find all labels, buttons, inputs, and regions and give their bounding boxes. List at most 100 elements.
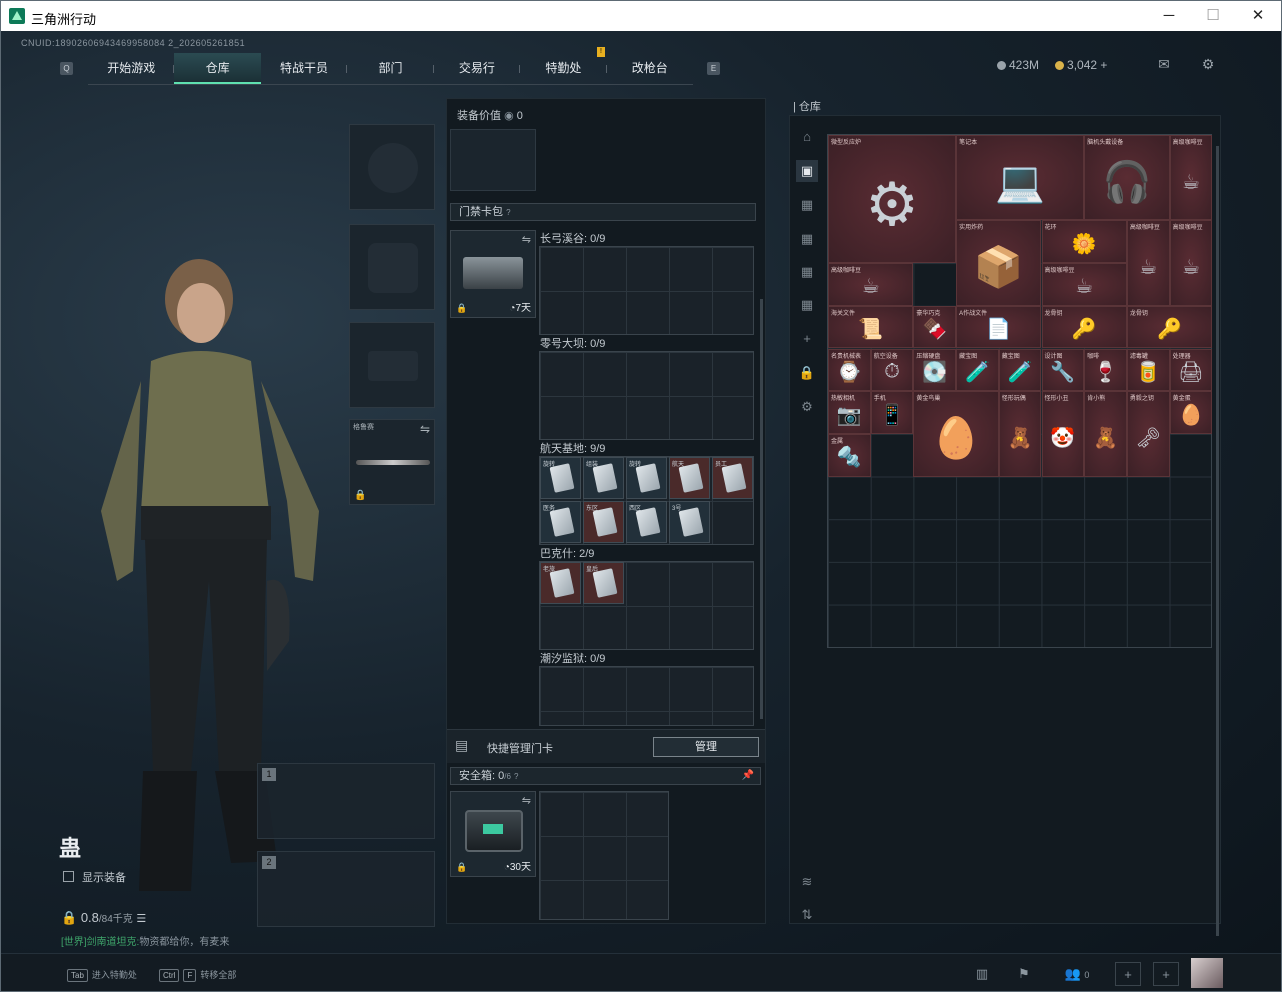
stash-item[interactable]: 📷 热敏相机 <box>828 391 871 434</box>
stash-item[interactable]: 📄 A作战文件 <box>956 305 1042 349</box>
keycard-grid-dam[interactable] <box>539 351 754 440</box>
helmet-slot[interactable] <box>349 124 435 210</box>
checkbox-icon[interactable] <box>63 871 74 882</box>
stash-scrollbar[interactable] <box>1216 146 1219 936</box>
tab-gunsmith[interactable]: 改枪台 <box>607 53 693 84</box>
stash-item[interactable]: 🧪 藏宝图 <box>998 348 1042 392</box>
backpack-slot[interactable] <box>450 129 536 191</box>
sort-icon[interactable]: ⇅ <box>796 904 818 926</box>
stash-item[interactable]: 🗝 勇毅之钥 <box>1126 391 1170 477</box>
manage-button[interactable]: 管理 <box>653 737 759 757</box>
swap-icon[interactable]: ⇋ <box>522 794 531 807</box>
player-avatar[interactable] <box>1191 958 1223 988</box>
safe-box-item[interactable]: ⇋ 🔒 ◔30天 <box>450 791 536 877</box>
keycard-item[interactable]: 东区 <box>583 501 624 543</box>
pistol-slot[interactable] <box>349 322 435 408</box>
stash-item[interactable]: 🤡 怪形小丑 <box>1041 391 1085 477</box>
list-icon[interactable]: ☰ <box>136 913 146 925</box>
keycard-item[interactable]: 老旅 <box>540 562 581 604</box>
swap-icon[interactable]: ⇋ <box>420 422 430 436</box>
stash-item[interactable]: 🍫 豪华巧克 <box>913 305 957 349</box>
stash-item[interactable]: 🔩 金属 <box>828 433 871 477</box>
safe-box-grid[interactable] <box>539 791 669 920</box>
flag-icon[interactable]: ⚑ <box>1011 962 1037 986</box>
show-equipment-toggle[interactable]: 显示装备 <box>63 869 126 885</box>
stash-tab-2-icon[interactable]: ▦ <box>796 194 818 216</box>
keycard-item[interactable]: 3号 <box>669 501 710 543</box>
stash-item[interactable]: 🍷 咖啡 <box>1084 348 1127 392</box>
tab-start-game[interactable]: 开始游戏 <box>88 53 175 84</box>
keycard-item[interactable]: 旋转 <box>540 457 581 499</box>
stash-item[interactable]: 💽 压缩硬盘 <box>913 348 957 392</box>
keycard-item[interactable]: 西区 <box>626 501 667 543</box>
tab-trade[interactable]: 交易行 <box>434 53 521 84</box>
mail-icon[interactable]: ✉ <box>1155 57 1173 71</box>
tab-warehouse[interactable]: 仓库 <box>174 53 261 84</box>
keycard-bag-item[interactable]: ⇋ 🔒 ◔7天 <box>450 230 536 318</box>
keycard-item[interactable]: 员工 <box>712 457 753 499</box>
maximize-button[interactable]: ☐ <box>1203 6 1223 26</box>
hint-special-ops[interactable]: Tab 进入特勤处 <box>67 968 137 982</box>
add-teammate-button[interactable]: + <box>1115 962 1141 986</box>
stats-chart-icon[interactable]: ▥ <box>969 962 995 986</box>
layers-icon[interactable]: ≋ <box>796 871 818 893</box>
armor-slot[interactable] <box>349 224 435 310</box>
stash-item[interactable]: ☕ 高级咖啡豆 <box>828 263 914 306</box>
keycard-item[interactable]: 医务 <box>540 501 581 543</box>
stash-item[interactable]: 🎧 脑机头戴设备 <box>1084 135 1170 221</box>
melee-slot[interactable]: 格鲁赛 ⇋ 🔒 <box>349 419 435 505</box>
friends-icon[interactable]: 👥 0 <box>1057 962 1097 986</box>
next-tab-key-icon[interactable]: E <box>707 62 720 75</box>
primary-weapon-slot[interactable]: 1 <box>257 763 435 839</box>
stash-item[interactable]: 🥚 黄金蛋 <box>1169 391 1213 434</box>
hint-transfer-all[interactable]: Ctrl F 转移全部 <box>159 968 236 982</box>
stash-item[interactable]: 🧸 肯小熊 <box>1084 391 1127 477</box>
keycard-item[interactable]: 组装 <box>583 457 624 499</box>
stash-item[interactable]: ⚙ 微型反应炉 <box>828 135 957 264</box>
stash-item[interactable]: 📱 手机 <box>870 391 914 434</box>
stash-item[interactable]: 🔑 龙骨钥 <box>1126 305 1213 349</box>
stash-item[interactable]: 🔑 龙骨钥 <box>1041 305 1127 349</box>
swap-icon[interactable]: ⇋ <box>522 233 531 246</box>
stash-item[interactable]: 🖨 处理器 <box>1169 348 1213 392</box>
stash-item[interactable]: 📜 海关文件 <box>828 305 914 349</box>
pin-icon[interactable]: 📌 <box>742 768 754 784</box>
stash-item[interactable]: 🥫 滤毒罐 <box>1126 348 1170 392</box>
stash-tab-4-icon[interactable]: ▦ <box>796 261 818 283</box>
tab-department[interactable]: 部门 <box>347 53 434 84</box>
add-teammate-button[interactable]: + <box>1153 962 1179 986</box>
prev-tab-key-icon[interactable]: Q <box>60 62 73 75</box>
keycard-grid-prison[interactable] <box>539 666 754 726</box>
stash-item[interactable]: 🧸 怪形玩偶 <box>998 391 1042 477</box>
stash-item[interactable]: ☕ 高级咖啡豆 <box>1041 263 1127 306</box>
keycard-item[interactable]: 旋转 <box>626 457 667 499</box>
stash-item[interactable]: 🔧 设计图 <box>1041 348 1085 392</box>
keycard-item[interactable]: 航天 <box>669 457 710 499</box>
stash-item[interactable]: ☕ 高级咖啡豆 <box>1126 220 1170 306</box>
stash-grid[interactable]: ⚙ 微型反应炉 💻 笔记本 🎧 脑机头戴设备 ☕ 高级咖啡豆 📦 实用炸药 🌼 花环 ☕ 高级咖啡豆 ☕ 高级… <box>827 134 1213 648</box>
stash-item[interactable]: 🧪 藏宝图 <box>956 348 999 392</box>
minimize-button[interactable]: ─ <box>1159 6 1179 26</box>
stash-tab-3-icon[interactable]: ▦ <box>796 228 818 250</box>
stash-item[interactable]: ☕ 高级咖啡豆 <box>1169 135 1213 221</box>
stash-item[interactable]: ☕ 高级咖啡豆 <box>1169 220 1213 306</box>
stash-item[interactable]: 🥚 黄金鸟巢 <box>913 391 999 477</box>
middle-scrollbar[interactable] <box>760 299 763 719</box>
stash-tab-1-icon[interactable]: ▣ <box>796 160 818 182</box>
chat-line[interactable]: [世界]剑南道坦克:物资都给你，有麦来 <box>61 933 229 948</box>
stash-settings-icon[interactable]: ⚙ <box>796 396 818 418</box>
stash-item[interactable]: ⌚ 名贵机械表 <box>828 348 871 392</box>
stash-tab-5-icon[interactable]: ▦ <box>796 294 818 316</box>
help-icon[interactable]: ? <box>506 208 510 217</box>
secondary-weapon-slot[interactable]: 2 <box>257 851 435 927</box>
lock-icon[interactable]: 🔒 <box>796 362 818 384</box>
add-tab-icon[interactable]: + <box>796 328 818 350</box>
stash-filter-all-icon[interactable]: ⌂ <box>796 126 818 148</box>
stash-item[interactable]: 💻 笔记本 <box>956 135 1085 221</box>
coins-display[interactable]: 3,042 + <box>1055 58 1107 72</box>
stash-item[interactable]: 🌼 花环 <box>1041 220 1127 264</box>
keycard-item[interactable]: 皇后 <box>583 562 624 604</box>
help-icon[interactable]: ? <box>514 772 518 781</box>
settings-gear-icon[interactable]: ⚙ <box>1199 57 1217 71</box>
close-button[interactable]: ✕ <box>1248 6 1268 26</box>
